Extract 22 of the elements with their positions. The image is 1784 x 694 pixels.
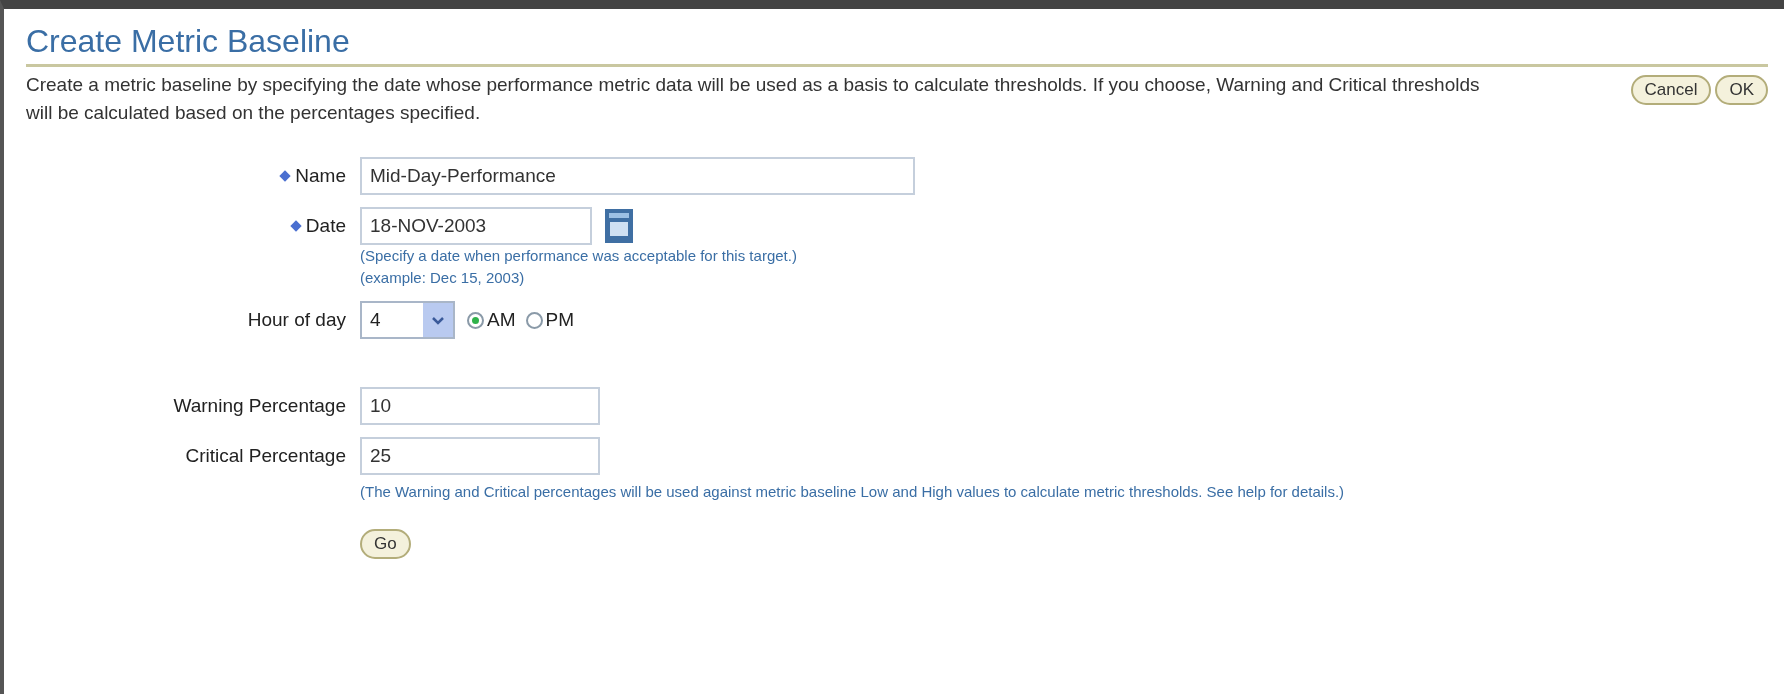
cancel-button[interactable]: Cancel	[1630, 75, 1712, 105]
hint-text: (example: Dec 15, 2003)	[360, 268, 526, 288]
description-text: Create a metric baseline by specifying the date whose performance metric data will be used as a basis to calculate thresholds. If you choose, Warning and Critical thresholds will be calculated based on the percentages specified.	[26, 73, 1481, 125]
date-field[interactable]: 18-NOV-2003	[360, 207, 592, 245]
field-label: Date	[305, 215, 346, 237]
warning-field[interactable]: 10	[360, 387, 600, 425]
field-label: Name	[295, 165, 346, 187]
field-label: Warning Percentage	[173, 395, 346, 417]
caret-icon[interactable]	[423, 303, 453, 337]
name-field[interactable]: Mid-Day-Performance	[360, 157, 915, 195]
hour-select[interactable]: 4	[360, 301, 455, 339]
hint-text: (The Warning and Critical percentages will be used against metric baseline Low and High values to calculate metric thresholds. See help for details.)	[360, 482, 1346, 502]
radio-option[interactable]: PM	[525, 309, 574, 331]
calendar-icon[interactable]	[604, 208, 634, 244]
field-label: Hour of day	[247, 309, 346, 331]
critical-field[interactable]: 25	[360, 437, 600, 475]
radio-option[interactable]: AM	[467, 309, 516, 331]
field-label: Critical Percentage	[185, 445, 346, 467]
hint-text: (Specify a date when performance was acceptable for this target.)	[360, 246, 798, 266]
go-button[interactable]: Go	[360, 529, 411, 559]
ok-button[interactable]: OK	[1715, 75, 1768, 105]
page-title: Create Metric Baseline	[26, 19, 1768, 67]
